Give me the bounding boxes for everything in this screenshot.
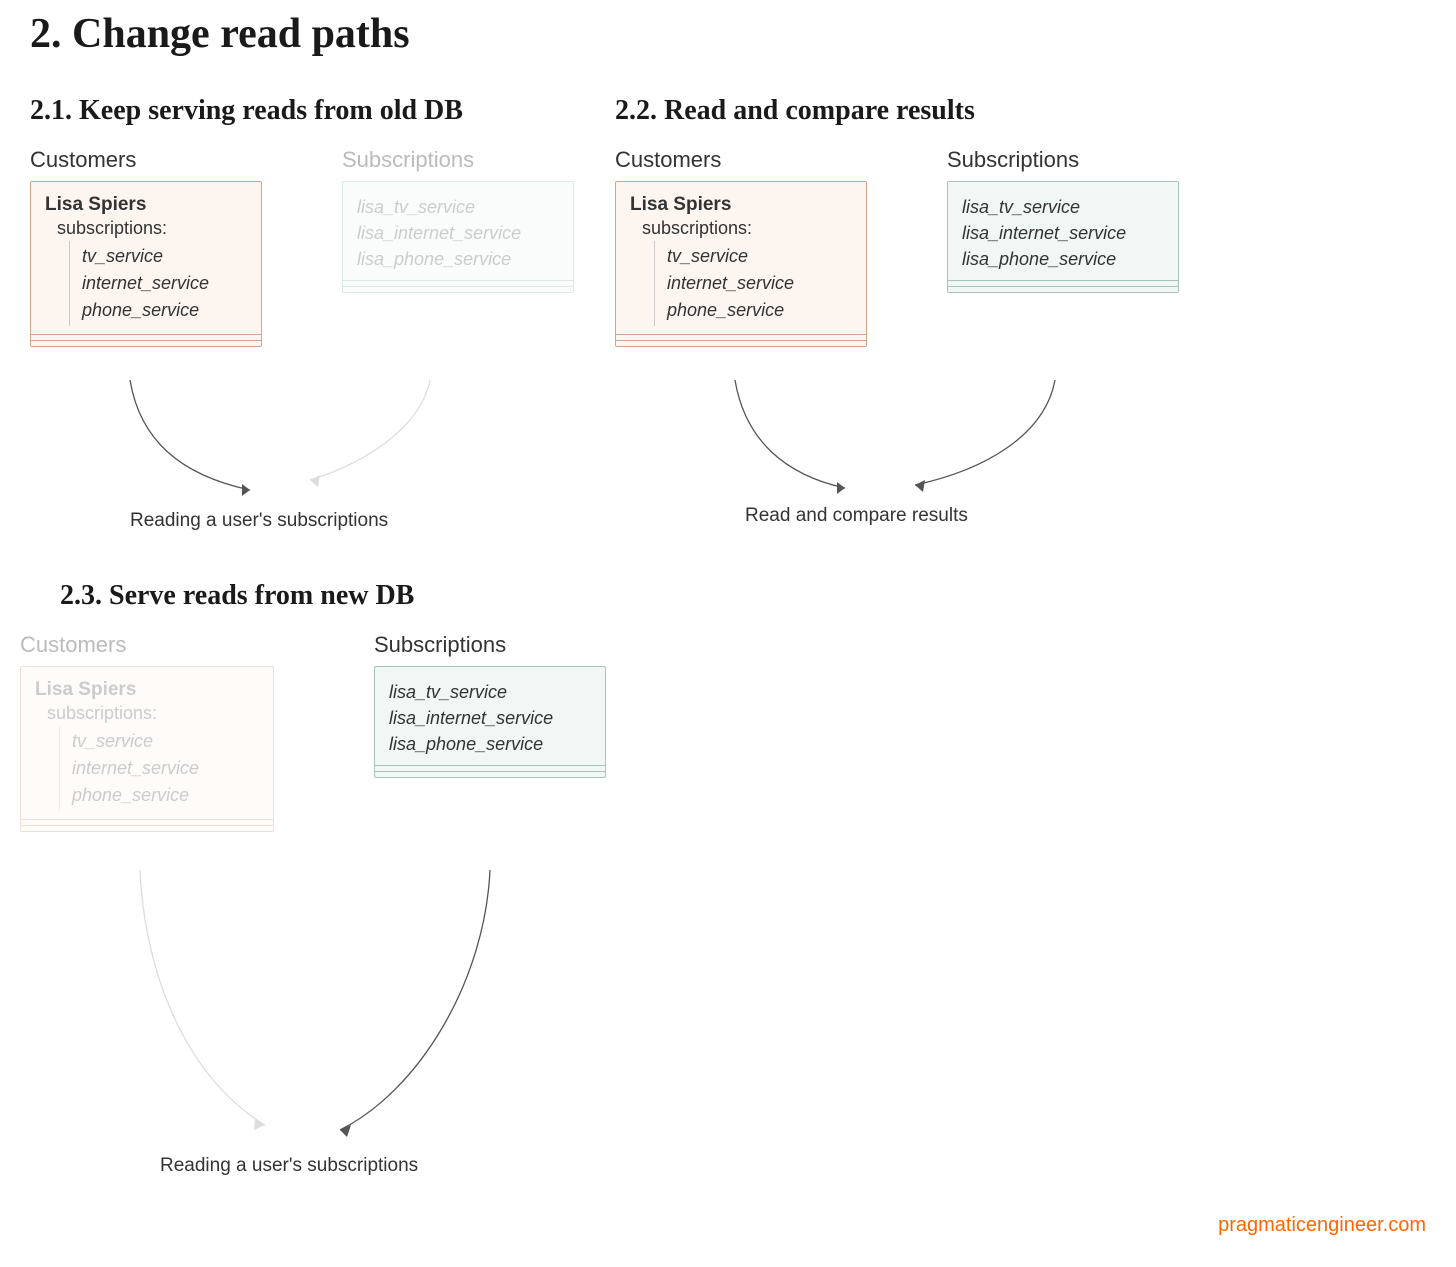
ext-sub-item: lisa_tv_service [389, 679, 591, 705]
section-2-3: 2.3. Serve reads from new DB Customers L… [60, 580, 760, 832]
arrows-2-1 [30, 380, 630, 520]
main-title: 2. Change read paths [30, 10, 410, 58]
section-2-2-title: 2.2. Read and compare results [615, 95, 1315, 127]
sub-item: internet_service [82, 270, 247, 297]
customers-box: Lisa Spiers subscriptions: tv_service in… [30, 181, 262, 347]
customers-box: Lisa Spiers subscriptions: tv_service in… [615, 181, 867, 347]
customer-name: Lisa Spiers [630, 194, 852, 216]
subscriptions-panel: Subscriptions lisa_tv_service lisa_inter… [374, 632, 606, 778]
subscriptions-title: Subscriptions [374, 632, 606, 658]
ext-sub-item: lisa_phone_service [962, 246, 1164, 272]
customers-panel: Customers Lisa Spiers subscriptions: tv_… [30, 147, 262, 347]
arrows-2-2 [615, 380, 1315, 520]
sub-item: phone_service [667, 297, 852, 324]
customer-name: Lisa Spiers [35, 679, 259, 701]
sub-item: internet_service [72, 755, 259, 782]
sub-item: tv_service [667, 243, 852, 270]
ext-sub-item: lisa_tv_service [962, 194, 1164, 220]
ext-sub-item: lisa_internet_service [389, 705, 591, 731]
customers-panel-faded: Customers Lisa Spiers subscriptions: tv_… [20, 632, 274, 832]
subscriptions-title: Subscriptions [947, 147, 1179, 173]
customer-name: Lisa Spiers [45, 194, 247, 216]
sub-list: tv_service internet_service phone_servic… [654, 241, 852, 326]
ext-sub-item: lisa_internet_service [962, 220, 1164, 246]
subscriptions-panel: Subscriptions lisa_tv_service lisa_inter… [947, 147, 1179, 293]
sub-label: subscriptions: [642, 218, 852, 239]
sub-item: phone_service [82, 297, 247, 324]
subscriptions-box: lisa_tv_service lisa_internet_service li… [342, 181, 574, 293]
caption-2-1: Reading a user's subscriptions [130, 510, 388, 532]
subscriptions-box: lisa_tv_service lisa_internet_service li… [947, 181, 1179, 293]
customers-box: Lisa Spiers subscriptions: tv_service in… [20, 666, 274, 832]
sub-item: phone_service [72, 782, 259, 809]
ext-sub-item: lisa_phone_service [389, 731, 591, 757]
section-2-1-title: 2.1. Keep serving reads from old DB [30, 95, 630, 127]
section-2-3-title: 2.3. Serve reads from new DB [60, 580, 760, 612]
attribution: pragmaticengineer.com [1218, 1214, 1426, 1237]
subscriptions-panel-faded: Subscriptions lisa_tv_service lisa_inter… [342, 147, 574, 293]
section-2-1: 2.1. Keep serving reads from old DB Cust… [30, 95, 630, 347]
customers-title: Customers [20, 632, 274, 658]
caption-2-2: Read and compare results [745, 505, 968, 527]
sub-item: internet_service [667, 270, 852, 297]
ext-sub-item: lisa_internet_service [357, 220, 559, 246]
customers-title: Customers [615, 147, 867, 173]
sub-list: tv_service internet_service phone_servic… [69, 241, 247, 326]
sub-label: subscriptions: [47, 703, 259, 724]
section-2-2: 2.2. Read and compare results Customers … [615, 95, 1315, 347]
caption-2-3: Reading a user's subscriptions [160, 1155, 418, 1177]
customers-panel: Customers Lisa Spiers subscriptions: tv_… [615, 147, 867, 347]
subscriptions-title: Subscriptions [342, 147, 574, 173]
sub-list: tv_service internet_service phone_servic… [59, 726, 259, 811]
ext-sub-item: lisa_phone_service [357, 246, 559, 272]
ext-sub-item: lisa_tv_service [357, 194, 559, 220]
sub-item: tv_service [82, 243, 247, 270]
sub-label: subscriptions: [57, 218, 247, 239]
arrows-2-3 [20, 870, 720, 1160]
subscriptions-box: lisa_tv_service lisa_internet_service li… [374, 666, 606, 778]
sub-item: tv_service [72, 728, 259, 755]
customers-title: Customers [30, 147, 262, 173]
